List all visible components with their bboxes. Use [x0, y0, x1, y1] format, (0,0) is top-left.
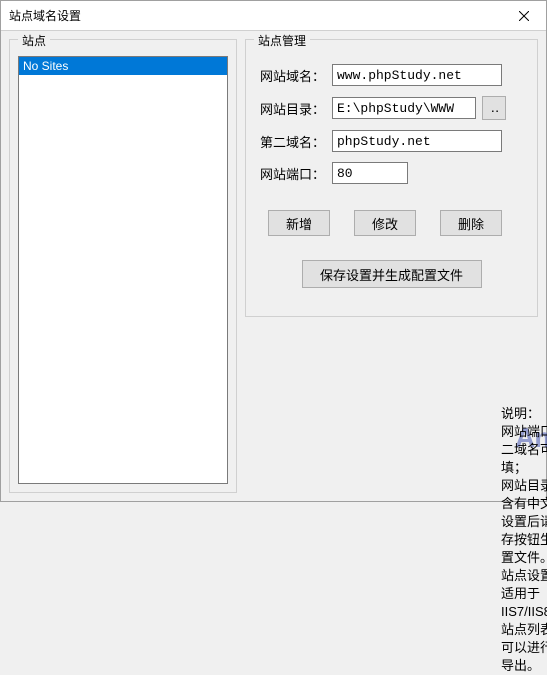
mgmt-group: 站点管理 网站域名： 网站目录： ‥ 第二域名： 网站端口：: [245, 39, 538, 317]
mgmt-group-label: 站点管理: [254, 32, 310, 49]
sites-group-label: 站点: [18, 32, 50, 49]
add-button[interactable]: 新增: [268, 210, 330, 236]
window-body: 站点 No Sites 站点管理 网站域名： 网站目录： ‥ 第二域名：: [1, 31, 546, 501]
port-input[interactable]: [332, 162, 408, 184]
browse-button[interactable]: ‥: [482, 96, 506, 120]
close-button[interactable]: [501, 1, 546, 30]
window: 站点域名设置 站点 No Sites 站点管理 网站域名： 网站目录：: [0, 0, 547, 502]
delete-button[interactable]: 删除: [440, 210, 502, 236]
port-label: 网站端口：: [260, 164, 326, 183]
domain-row: 网站域名：: [260, 64, 529, 86]
second-domain-input[interactable]: [332, 130, 502, 152]
dir-label: 网站目录：: [260, 99, 326, 118]
modify-button[interactable]: 修改: [354, 210, 416, 236]
sites-group: 站点 No Sites: [9, 39, 237, 493]
second-domain-label: 第二域名：: [260, 132, 326, 151]
domain-input[interactable]: [332, 64, 502, 86]
dir-input[interactable]: [332, 97, 476, 119]
close-icon: [519, 11, 529, 21]
second-domain-row: 第二域名：: [260, 130, 529, 152]
window-title: 站点域名设置: [9, 7, 81, 24]
right-pane: 站点管理 网站域名： 网站目录： ‥ 第二域名： 网站端口：: [245, 39, 538, 493]
titlebar: 站点域名设置: [1, 1, 546, 31]
dir-row: 网站目录： ‥: [260, 96, 529, 120]
domain-label: 网站域名：: [260, 66, 326, 85]
save-button[interactable]: 保存设置并生成配置文件: [302, 260, 482, 288]
button-row: 新增 修改 删除: [268, 210, 529, 236]
list-item[interactable]: No Sites: [19, 57, 227, 75]
help-text: 说明： 网站端口和第二域名可不填； 网站目录不可含有中文。 设置后请点保存按钮生…: [501, 405, 547, 675]
sites-listbox[interactable]: No Sites: [18, 56, 228, 484]
port-row: 网站端口：: [260, 162, 529, 184]
